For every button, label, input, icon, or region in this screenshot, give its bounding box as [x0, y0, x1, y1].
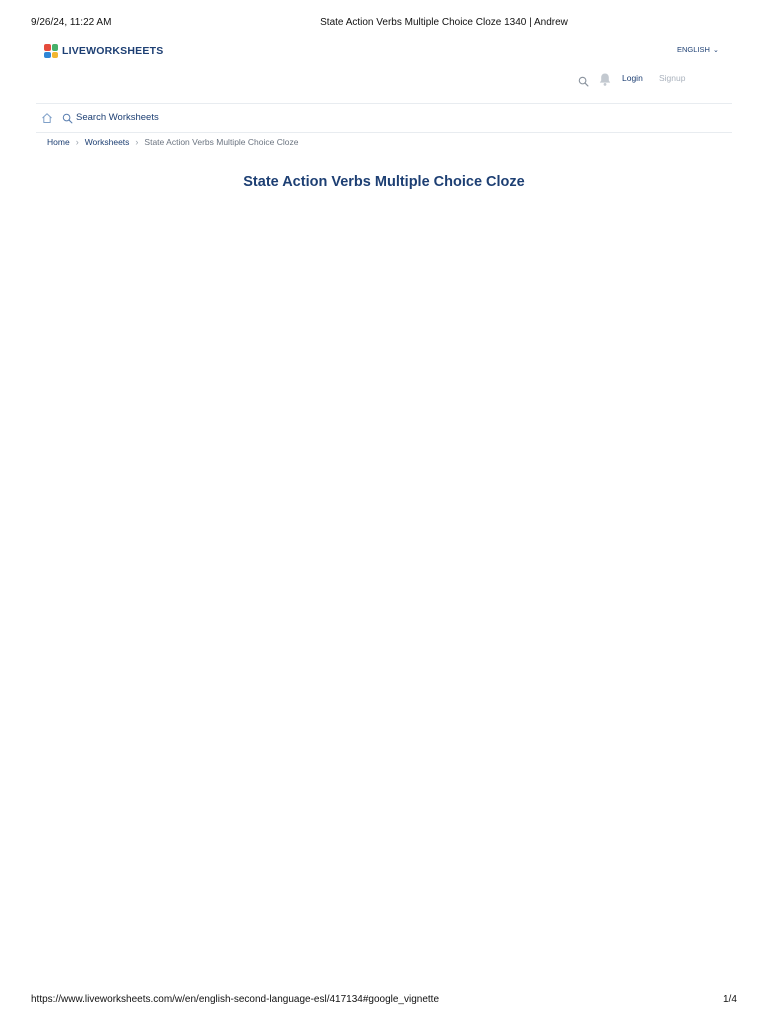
chevron-down-icon: ⌄ — [712, 46, 719, 54]
breadcrumb-current: State Action Verbs Multiple Choice Cloze — [144, 137, 299, 147]
chevron-right-icon: › — [135, 137, 139, 147]
print-url: https://www.liveworksheets.com/w/en/engl… — [31, 994, 440, 1005]
print-title: State Action Verbs Multiple Choice Cloze… — [320, 17, 568, 28]
chevron-right-icon: › — [75, 137, 79, 147]
language-selector[interactable]: ENGLISH ⌄ — [677, 45, 719, 54]
breadcrumb-worksheets[interactable]: Worksheets — [85, 137, 130, 147]
breadcrumb-home[interactable]: Home — [47, 137, 70, 147]
print-page-number: 1/4 — [723, 994, 737, 1005]
logo-mark-icon — [44, 44, 58, 58]
breadcrumb: Home › Worksheets › State Action Verbs M… — [47, 137, 298, 147]
login-link[interactable]: Login — [622, 73, 643, 83]
search-worksheets-icon[interactable] — [62, 111, 73, 129]
language-label: ENGLISH — [677, 45, 710, 54]
bell-icon[interactable] — [598, 72, 612, 92]
site-logo[interactable]: LIVEWORKSHEETS — [44, 44, 163, 58]
search-worksheets-link[interactable]: Search Worksheets — [76, 112, 159, 123]
page-title: State Action Verbs Multiple Choice Cloze — [243, 174, 525, 190]
signup-link[interactable]: Signup — [659, 73, 685, 83]
home-icon[interactable] — [41, 111, 53, 129]
search-divider — [36, 132, 732, 133]
logo-text: LIVEWORKSHEETS — [62, 45, 164, 57]
header-divider — [36, 103, 732, 104]
search-icon[interactable] — [578, 74, 589, 92]
